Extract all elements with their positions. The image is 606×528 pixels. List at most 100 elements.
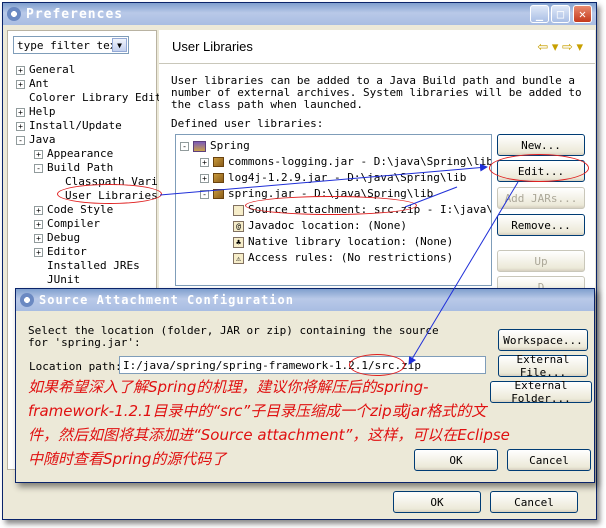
eclipse-icon <box>20 293 34 307</box>
cancel-button[interactable]: Cancel <box>490 491 578 513</box>
expand-icon[interactable]: + <box>16 107 25 117</box>
tree-item[interactable]: + Help <box>16 105 56 119</box>
collapse-icon[interactable]: - <box>16 135 25 145</box>
tree-item[interactable]: JUnit <box>34 273 80 287</box>
dialog-cancel-button[interactable]: Cancel <box>507 449 591 471</box>
location-path-input[interactable]: I:/java/spring/spring-framework-1.2.1/sr… <box>119 356 486 374</box>
tree-item-label: Compiler <box>47 217 100 230</box>
tree-item-label: Appearance <box>47 147 114 160</box>
access-icon: ⚠ <box>233 252 244 264</box>
library-item-label: Access rules: (No restrictions) <box>248 251 454 264</box>
library-tree-item[interactable]: + commons-logging.jar - D:\java\Spring\li… <box>200 154 492 169</box>
expand-icon[interactable]: + <box>200 173 209 183</box>
window-title: Preferences <box>26 6 124 22</box>
library-icon <box>193 140 206 152</box>
add-jars-button[interactable]: Add JARs... <box>497 187 585 209</box>
expand-icon[interactable]: + <box>34 233 43 243</box>
maximize-button[interactable]: □ <box>551 5 570 23</box>
user-libraries-highlight <box>57 184 162 204</box>
tree-item[interactable]: - Java <box>16 133 56 147</box>
ok-label: OK <box>430 495 444 509</box>
tree-item[interactable]: + Appearance <box>34 147 113 161</box>
tree-item[interactable]: + Code Style <box>34 203 113 217</box>
expand-icon[interactable]: + <box>34 205 43 215</box>
library-item-label: commons-logging.jar - D:\java\Spring\lib <box>228 155 492 168</box>
jar-icon <box>213 189 224 199</box>
javadoc-icon: @ <box>233 220 244 232</box>
expand-icon[interactable]: + <box>34 149 43 159</box>
tree-item-label: General <box>29 63 76 76</box>
library-tree-item[interactable]: ♣ Native library location: (None) <box>220 234 453 249</box>
expand-icon[interactable]: + <box>200 157 209 167</box>
remove-button-label: Remove... <box>511 218 571 232</box>
minimize-button[interactable]: _ <box>530 5 549 23</box>
close-button[interactable]: ✕ <box>573 5 592 23</box>
divider <box>159 63 595 64</box>
tree-item[interactable]: + Install/Update <box>16 119 122 133</box>
defined-libraries-label: Defined user libraries: <box>171 117 324 130</box>
library-item-label: Native library location: (None) <box>248 235 454 248</box>
tree-item-label: Help <box>29 105 56 118</box>
tree-item[interactable]: + Debug <box>34 231 80 245</box>
remove-button[interactable]: Remove... <box>497 214 585 236</box>
title-bar: Preferences _ □ ✕ <box>3 3 596 25</box>
library-item-label: log4j-1.2.9.jar - D:\java\Spring\lib <box>228 171 467 184</box>
history-nav-icon[interactable]: ⇦ ▾ ⇨ ▾ <box>537 39 583 55</box>
expand-icon[interactable]: + <box>34 247 43 257</box>
collapse-icon[interactable]: - <box>180 141 189 151</box>
workspace-button[interactable]: Workspace... <box>498 329 588 351</box>
external-file-button[interactable]: External File... <box>498 353 588 379</box>
tree-item[interactable]: Installed JREs <box>34 259 140 273</box>
expand-icon[interactable]: + <box>16 121 25 131</box>
tree-item[interactable]: Colorer Library Edit <box>16 91 161 105</box>
tree-item[interactable]: + General <box>16 63 75 77</box>
tree-item-label: Java <box>29 133 56 146</box>
eclipse-icon <box>7 7 21 21</box>
dialog-title-bar: Source Attachment Configuration <box>16 289 594 311</box>
source-attachment-highlight <box>245 196 417 215</box>
source-icon <box>233 204 244 216</box>
filter-dropdown-icon[interactable]: ▼ <box>112 38 127 52</box>
tree-item-label: Install/Update <box>29 119 122 132</box>
new-button-label: New... <box>521 138 561 152</box>
tree-item-label: Debug <box>47 231 81 244</box>
expand-icon[interactable]: + <box>16 65 25 75</box>
expand-icon[interactable]: + <box>16 79 25 89</box>
source-attachment-dialog: Source Attachment Configuration Select t… <box>15 288 595 483</box>
tree-item-label: Code Style <box>47 203 114 216</box>
expand-icon[interactable]: + <box>34 219 43 229</box>
page-title: User Libraries <box>172 39 253 54</box>
page-description: User libraries can be added to a Java Bu… <box>171 74 582 111</box>
tree-item-label: Ant <box>29 77 49 90</box>
tree-item-label: Editor <box>47 245 87 258</box>
library-tree-item[interactable]: ⚠ Access rules: (No restrictions) <box>220 250 453 265</box>
src-zip-highlight <box>349 354 405 376</box>
up-button-label: Up <box>534 254 548 268</box>
collapse-icon[interactable]: - <box>34 163 43 173</box>
workspace-label: Workspace... <box>503 333 583 347</box>
tree-item[interactable]: + Ant <box>16 77 49 91</box>
tree-item-label: JUnit <box>47 273 81 286</box>
library-tree-item[interactable]: + log4j-1.2.9.jar - D:\java\Spring\lib <box>200 170 466 185</box>
tree-item-label: Build Path <box>47 161 114 174</box>
edit-button-highlight <box>489 154 589 182</box>
tree-item[interactable]: + Compiler <box>34 217 100 231</box>
native-icon: ♣ <box>233 236 244 248</box>
jar-icon <box>213 157 224 167</box>
tree-item-label: Installed JREs <box>47 259 140 272</box>
dialog-cancel-label: Cancel <box>529 453 569 467</box>
jar-icon <box>213 173 224 183</box>
cancel-label: Cancel <box>514 495 554 509</box>
up-button[interactable]: Up <box>497 250 585 272</box>
add-jars-label: Add JARs... <box>504 191 578 205</box>
new-button[interactable]: New... <box>497 134 585 156</box>
dialog-title: Source Attachment Configuration <box>39 293 294 307</box>
ok-button[interactable]: OK <box>393 491 481 513</box>
collapse-icon[interactable]: - <box>200 189 209 199</box>
library-item-label: Javadoc location: (None) <box>248 219 407 232</box>
annotation-note: 如果希望深入了解Spring的机理，建议你将解压后的spring-framewo… <box>28 378 510 468</box>
tree-item[interactable]: - Build Path <box>34 161 113 175</box>
tree-item[interactable]: + Editor <box>34 245 87 259</box>
library-tree-item[interactable]: @ Javadoc location: (None) <box>220 218 407 233</box>
library-tree-item[interactable]: - Spring <box>180 138 250 153</box>
